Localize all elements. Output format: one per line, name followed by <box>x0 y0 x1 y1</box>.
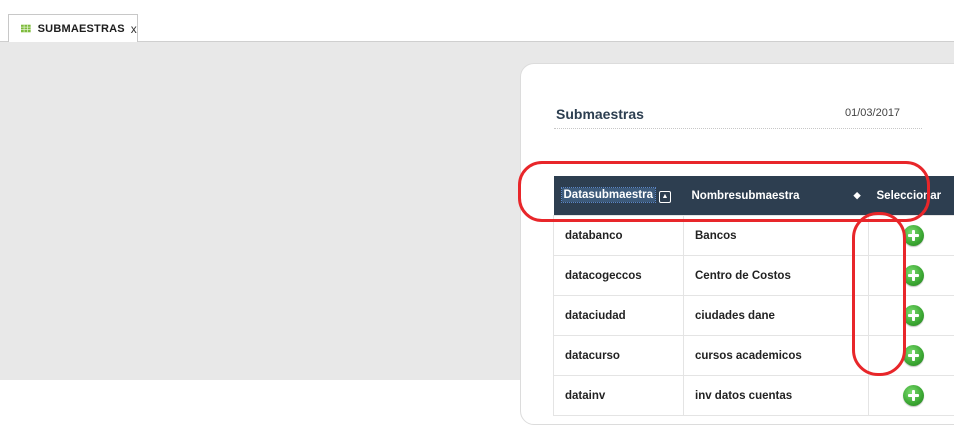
cell-nombresubmaestra: ciudades dane <box>684 296 869 336</box>
submaestras-panel: Submaestras 01/03/2017 Datasubmaestra ▲ N… <box>520 63 954 425</box>
cell-datasubmaestra: dataciudad <box>554 296 684 336</box>
column-header-label: Datasubmaestra <box>562 188 655 202</box>
tab-bar: SUBMAESTRAS x <box>0 0 954 42</box>
table-row[interactable]: datacurso cursos academicos <box>554 336 954 376</box>
cell-nombresubmaestra: cursos academicos <box>684 336 869 376</box>
divider <box>554 128 922 129</box>
add-circle-icon[interactable] <box>903 305 924 326</box>
close-icon[interactable]: x <box>131 22 137 36</box>
grid-icon <box>21 23 31 34</box>
submaestras-table: Datasubmaestra ▲ Nombresubmaestra ◆ Selec… <box>553 176 954 416</box>
panel-title: Submaestras <box>556 106 644 122</box>
add-circle-icon[interactable] <box>903 265 924 286</box>
table-row[interactable]: databanco Bancos <box>554 216 954 256</box>
tab-label: SUBMAESTRAS <box>38 23 125 35</box>
cell-datasubmaestra: datacogeccos <box>554 256 684 296</box>
cell-nombresubmaestra: inv datos cuentas <box>684 376 869 416</box>
add-circle-icon[interactable] <box>903 345 924 366</box>
table-row[interactable]: datacogeccos Centro de Costos <box>554 256 954 296</box>
add-circle-icon[interactable] <box>903 385 924 406</box>
table-header-row: Datasubmaestra ▲ Nombresubmaestra ◆ Selec… <box>554 176 954 216</box>
column-header-seleccionar: Seleccionar <box>869 176 954 216</box>
sort-icon[interactable]: ◆ <box>854 190 861 201</box>
cell-nombresubmaestra: Bancos <box>684 216 869 256</box>
add-circle-icon[interactable] <box>903 225 924 246</box>
cell-seleccionar <box>869 336 954 376</box>
column-header-nombresubmaestra[interactable]: Nombresubmaestra ◆ <box>684 176 869 216</box>
cell-datasubmaestra: databanco <box>554 216 684 256</box>
cell-datasubmaestra: datacurso <box>554 336 684 376</box>
cell-datasubmaestra: datainv <box>554 376 684 416</box>
column-header-datasubmaestra[interactable]: Datasubmaestra ▲ <box>554 176 684 216</box>
cell-seleccionar <box>869 216 954 256</box>
column-header-label: Nombresubmaestra <box>692 190 800 202</box>
cell-seleccionar <box>869 296 954 336</box>
column-header-label: Seleccionar <box>877 190 942 202</box>
cell-seleccionar <box>869 376 954 416</box>
table-row[interactable]: dataciudad ciudades dane <box>554 296 954 336</box>
sort-icon[interactable]: ▲ <box>659 191 671 203</box>
table-row[interactable]: datainv inv datos cuentas <box>554 376 954 416</box>
cell-nombresubmaestra: Centro de Costos <box>684 256 869 296</box>
panel-date: 01/03/2017 <box>845 107 900 119</box>
cell-seleccionar <box>869 256 954 296</box>
tab-submaestras[interactable]: SUBMAESTRAS x <box>8 14 138 42</box>
